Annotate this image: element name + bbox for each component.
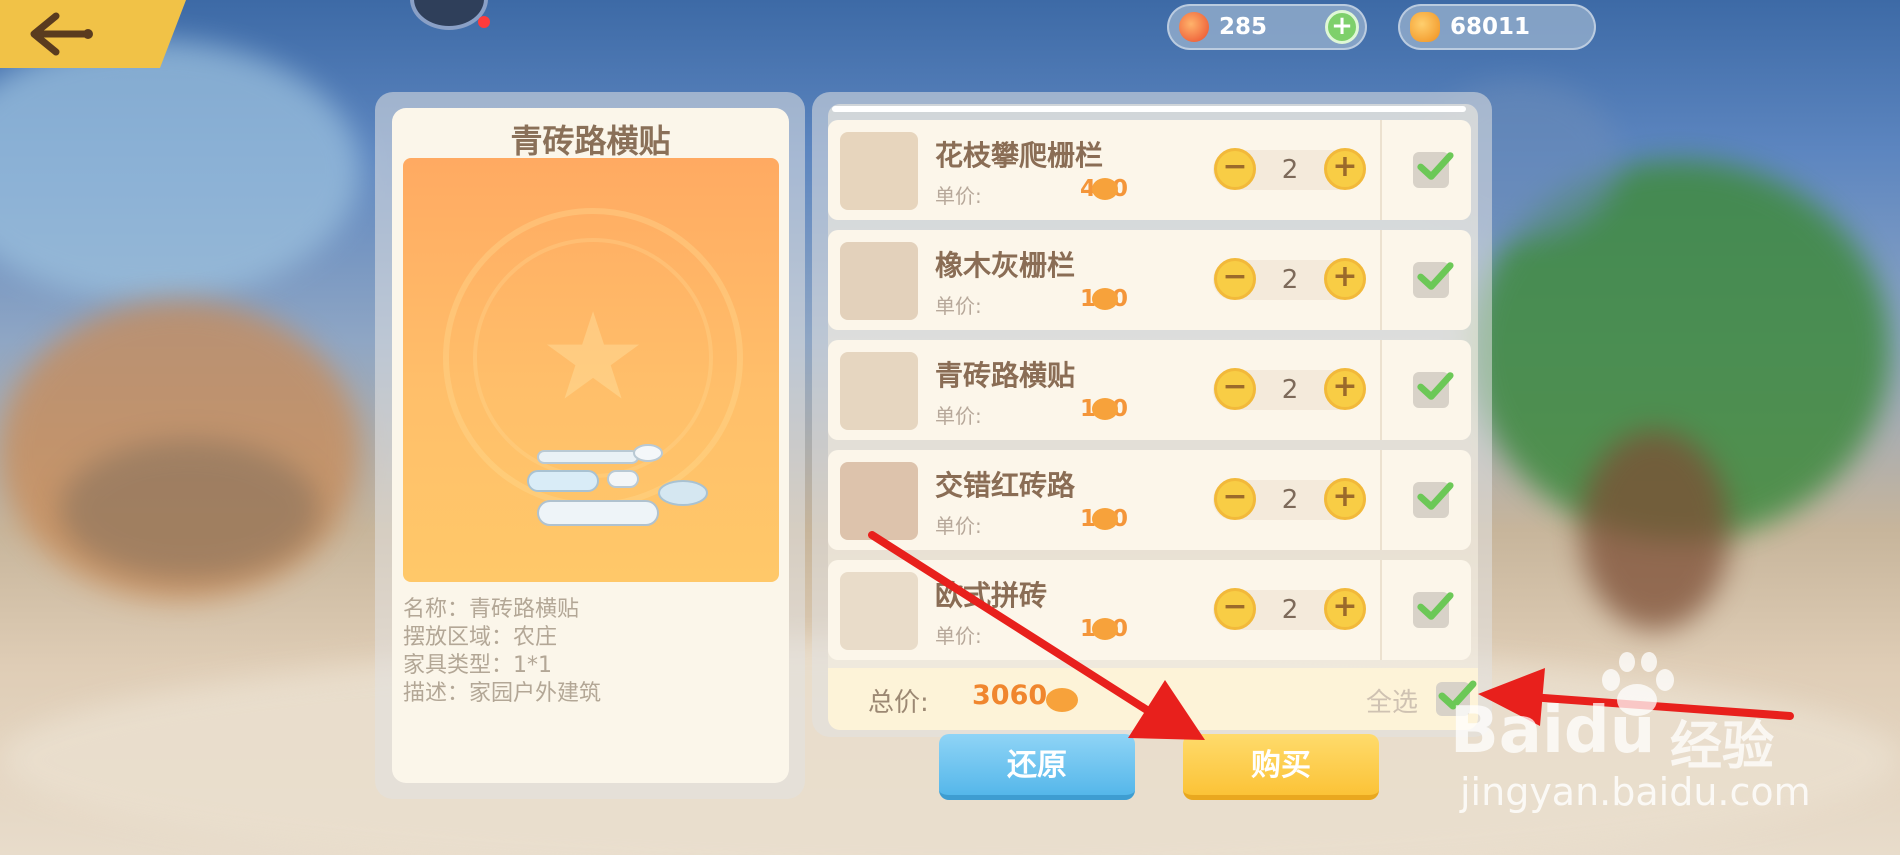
increase-button[interactable]: + (1324, 588, 1366, 630)
item-thumbnail (840, 352, 918, 430)
unit-price-label: 单价: (935, 294, 982, 318)
increase-button[interactable]: + (1324, 148, 1366, 190)
increase-button[interactable]: + (1324, 368, 1366, 410)
quantity-value: 2 (1281, 485, 1299, 515)
item-name: 橡木灰栅栏 (935, 249, 1076, 282)
info-desc: 描述：家园户外建筑 (403, 681, 602, 706)
row-divider (1380, 450, 1382, 550)
checkmark-icon (1417, 152, 1454, 180)
tile-preview-icon (527, 444, 708, 526)
quantity-value: 2 (1281, 595, 1299, 625)
back-arrow-icon (30, 12, 93, 56)
info-type: 家具类型：1*1 (403, 653, 552, 678)
watermark-url: jingyan.baidu.com (1460, 770, 1811, 814)
peach-count: 285 (1219, 14, 1268, 40)
cart-row: 欧式拼砖 单价: 110 − 2 + (828, 560, 1471, 660)
unit-price-label: 单价: (935, 184, 982, 208)
watermark-logo: Baidu (1450, 694, 1655, 768)
peach-currency: 285 + (1167, 4, 1367, 50)
row-divider (1380, 340, 1382, 440)
item-thumbnail (840, 462, 918, 540)
checkmark-icon (1417, 262, 1454, 290)
bean-count: 68011 (1450, 14, 1531, 40)
cart-row: 花枝攀爬栅栏 单价: 460 − 2 + (828, 120, 1471, 220)
watermark-logo-left: Bai (1450, 694, 1564, 768)
item-name: 花枝攀爬栅栏 (935, 139, 1104, 172)
unit-price-label: 单价: (935, 624, 982, 648)
row-divider (1380, 560, 1382, 660)
item-thumbnail (840, 132, 918, 210)
watermark-logo-mid: du (1563, 694, 1656, 768)
item-name: 青砖路横贴 (935, 359, 1076, 392)
increase-button[interactable]: + (1324, 258, 1366, 300)
detail-info: 名称：青砖路横贴 摆放区域：农庄 家具类型：1*1 描述：家园户外建筑 (403, 596, 601, 708)
quantity-value: 2 (1281, 155, 1299, 185)
quantity-value: 2 (1281, 265, 1299, 295)
notification-dot (478, 16, 490, 28)
cart-row: 橡木灰栅栏 单价: 190 − 2 + (828, 230, 1471, 330)
total-label: 总价: (868, 688, 929, 718)
row-divider (1380, 120, 1382, 220)
star-emblem-icon: ★ (539, 288, 647, 427)
checkmark-icon (1417, 482, 1454, 510)
checkmark-icon (1417, 592, 1454, 620)
watermark-logo-right: 经验 (1670, 717, 1775, 777)
bean-coin-icon (1092, 398, 1118, 420)
quantity-value: 2 (1281, 375, 1299, 405)
increase-button[interactable]: + (1324, 478, 1366, 520)
item-preview: ★ (403, 158, 779, 582)
item-thumbnail (840, 572, 918, 650)
decrease-button[interactable]: − (1214, 258, 1256, 300)
bean-coin-icon (1092, 178, 1118, 200)
select-all-label[interactable]: 全选 (1366, 682, 1418, 719)
bean-currency: 68011 (1398, 4, 1596, 50)
buy-button[interactable]: 购买 (1183, 734, 1379, 800)
total-value: 3060 (972, 680, 1048, 711)
unit-price-label: 单价: (935, 404, 982, 428)
checkmark-icon (1417, 372, 1454, 400)
cart-row: 交错红砖路 单价: 110 − 2 + (828, 450, 1471, 550)
info-name: 名称：青砖路横贴 (403, 597, 580, 622)
back-button[interactable] (0, 0, 186, 68)
info-area: 摆放区域：农庄 (403, 625, 558, 650)
detail-title: 青砖路横贴 (510, 122, 671, 160)
decrease-button[interactable]: − (1214, 588, 1256, 630)
bean-coin-icon (1092, 508, 1118, 530)
decrease-button[interactable]: − (1214, 478, 1256, 520)
add-currency-button[interactable]: + (1325, 10, 1359, 44)
decrease-button[interactable]: − (1214, 148, 1256, 190)
row-divider (1380, 230, 1382, 330)
decrease-button[interactable]: − (1214, 368, 1256, 410)
scroll-indicator (832, 106, 1466, 112)
bean-coin-icon (1046, 688, 1078, 712)
bean-coin-icon (1410, 12, 1440, 42)
cart-row: 青砖路横贴 单价: 110 − 2 + (828, 340, 1471, 440)
unit-price-label: 单价: (935, 514, 982, 538)
item-name: 交错红砖路 (935, 469, 1076, 502)
reset-button[interactable]: 还原 (939, 734, 1135, 800)
item-name: 欧式拼砖 (935, 579, 1048, 612)
bean-coin-icon (1092, 288, 1118, 310)
bean-coin-icon (1092, 618, 1118, 640)
item-thumbnail (840, 242, 918, 320)
peach-icon (1179, 12, 1209, 42)
